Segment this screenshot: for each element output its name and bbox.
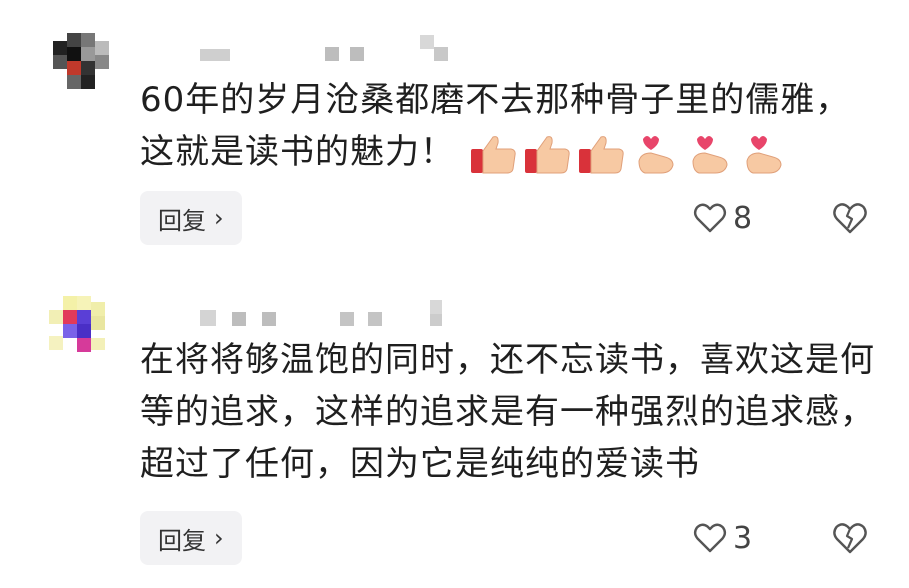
chevron-right-icon: › — [214, 204, 224, 232]
broken-heart-icon — [833, 203, 867, 234]
like-count: 8 — [733, 200, 753, 236]
dislike-button[interactable] — [832, 201, 868, 237]
thumbs-up-icon — [577, 133, 627, 175]
username-blurred[interactable] — [140, 298, 460, 326]
reply-label: 回复 — [158, 206, 206, 235]
chevron-right-icon: › — [214, 524, 224, 552]
reply-button[interactable]: 回复 › — [140, 191, 242, 245]
comment-text: 在将将够温饱的同时，还不忘读书，喜欢这是何等的追求，这样的追求是有一种强烈的追求… — [140, 334, 880, 490]
heart-outline-icon — [693, 203, 727, 233]
finger-heart-icon — [685, 133, 735, 175]
like-button[interactable]: 8 — [693, 198, 752, 238]
comment-text: 60年的岁月沧桑都磨不去那种骨子里的儒雅，这就是读书的魅力！ — [140, 74, 880, 178]
like-count: 3 — [733, 520, 753, 556]
heart-outline-icon — [693, 523, 727, 553]
broken-heart-icon — [833, 523, 867, 554]
thumbs-up-icon — [469, 133, 519, 175]
dislike-button[interactable] — [832, 521, 868, 557]
comment-item: 60年的岁月沧桑都磨不去那种骨子里的儒雅，这就是读书的魅力！ 回复 › 8 — [0, 0, 909, 270]
like-button[interactable]: 3 — [693, 518, 752, 558]
reply-button[interactable]: 回复 › — [140, 511, 242, 565]
emoji-row — [469, 133, 789, 175]
finger-heart-icon — [739, 133, 789, 175]
comment-text-content: 在将将够温饱的同时，还不忘读书，喜欢这是何等的追求，这样的追求是有一种强烈的追求… — [140, 340, 875, 484]
reply-label: 回复 — [158, 526, 206, 555]
thumbs-up-icon — [523, 133, 573, 175]
comment-item: 在将将够温饱的同时，还不忘读书，喜欢这是何等的追求，这样的追求是有一种强烈的追求… — [0, 270, 909, 588]
avatar[interactable] — [45, 296, 125, 356]
username-blurred[interactable] — [140, 35, 460, 63]
finger-heart-icon — [631, 133, 681, 175]
avatar[interactable] — [45, 33, 125, 93]
